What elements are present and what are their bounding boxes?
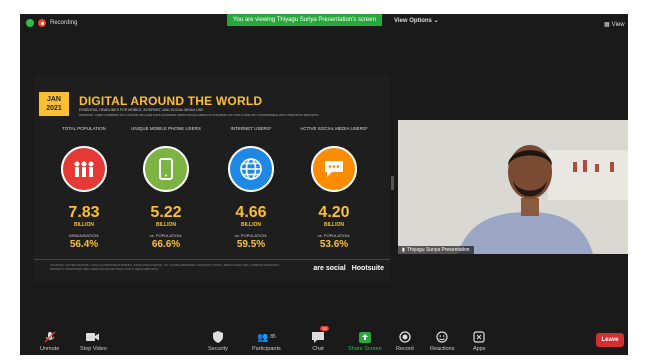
participant-video[interactable]: ▮ Thiyagu Suriya Presentation [398, 120, 628, 254]
stat-column-social: ACTIVE SOCIAL MEDIA USERS* 4.20 BILLION … [294, 126, 374, 250]
grid-view-icon: ▦ [604, 22, 610, 28]
stat-unit: BILLION [241, 222, 261, 228]
chat-bubble-icon [311, 146, 357, 192]
record-button[interactable]: Record [396, 331, 414, 352]
hootsuite-logo: Hootsuite [351, 265, 384, 272]
smiley-icon [430, 331, 454, 343]
security-shield-icon [26, 19, 34, 27]
share-screen-icon [348, 331, 382, 343]
stat-sub-label: vs. POPULATION: [149, 233, 183, 238]
reactions-button[interactable]: Reactions [430, 331, 454, 352]
view-options-button[interactable]: View Options ⌄ [394, 17, 439, 24]
stat-sub-label: vs. POPULATION: [317, 233, 351, 238]
stat-label: ACTIVE SOCIAL MEDIA USERS* [300, 126, 368, 131]
stat-label: INTERNET USERS* [230, 126, 272, 131]
stop-video-button[interactable]: Stop Video [80, 331, 107, 352]
stat-percent: 59.5% [236, 239, 266, 250]
chat-unread-badge: 10 [320, 326, 330, 331]
participants-button[interactable]: 👥 85 Participants [252, 331, 281, 353]
stat-value: 4.20 [318, 204, 350, 221]
unmute-button[interactable]: Unmute [40, 331, 59, 352]
stat-column-mobile: UNIQUE MOBILE PHONE USERS 5.22 BILLION v… [126, 126, 206, 250]
slide-warning: WARNING: USER NUMBERS NO LONGER INCLUDE … [79, 113, 319, 117]
stat-column-internet: INTERNET USERS* 4.66 BILLION vs. POPULAT… [211, 126, 291, 250]
participants-count: 85 [270, 334, 276, 340]
recording-label: Recording [50, 20, 78, 26]
stat-column-population: TOTAL POPULATION 7.83 BILLION URBANISATI… [44, 126, 124, 250]
share-screen-button[interactable]: Share Screen [348, 331, 382, 352]
signal-bars-icon: ▮ [402, 247, 405, 253]
recording-indicator[interactable]: Recording [26, 19, 77, 27]
participant-name-tag: ▮ Thiyagu Suriya Presentation [398, 246, 474, 254]
stat-percent: 56.4% [69, 239, 99, 250]
mobile-phone-icon [143, 146, 189, 192]
slide-sources: SOURCES: UNITED NATIONS; LOCAL GOVERNMEN… [50, 263, 280, 271]
brand-logos: are social Hootsuite [313, 265, 384, 272]
stat-sub-label: URBANISATION: [68, 233, 100, 238]
video-camera-icon [80, 331, 107, 343]
globe-icon [228, 146, 274, 192]
chat-button[interactable]: 10 Chat [312, 326, 330, 352]
stat-label: UNIQUE MOBILE PHONE USERS [131, 126, 201, 131]
participant-video-feed [398, 120, 628, 254]
stat-value: 5.22 [150, 204, 182, 221]
stat-sub-label: vs. POPULATION: [234, 233, 268, 238]
stat-percent: 53.6% [319, 239, 349, 250]
security-button[interactable]: Security [208, 331, 228, 352]
stat-label: TOTAL POPULATION [62, 126, 106, 131]
slide-title: DIGITAL AROUND THE WORLD [79, 94, 263, 108]
stat-unit: BILLION [74, 222, 94, 228]
meeting-controls-bar: Unmute Stop Video Security 👥 85 Particip… [20, 321, 628, 355]
shared-screen-slide: JAN 2021 DIGITAL AROUND THE WORLD ESSENT… [34, 74, 390, 282]
top-bar: Recording You are viewing Thiyagu Suriya… [20, 14, 628, 34]
slide-subtitle: ESSENTIAL HEADLINES FOR MOBILE, INTERNET… [79, 108, 204, 112]
slide-footer: SOURCES: UNITED NATIONS; LOCAL GOVERNMEN… [34, 259, 390, 282]
viewing-banner: You are viewing Thiyagu Suriya Presentat… [227, 14, 382, 26]
stat-unit: BILLION [324, 222, 344, 228]
stat-value: 4.66 [235, 204, 267, 221]
stat-value: 7.83 [68, 204, 100, 221]
stat-unit: BILLION [156, 222, 176, 228]
panel-resize-handle[interactable] [391, 176, 394, 190]
leave-button[interactable]: Leave [596, 333, 624, 347]
people-icon [61, 146, 107, 192]
shield-icon [208, 331, 228, 343]
recording-icon [38, 19, 46, 27]
chevron-down-icon: ⌄ [433, 18, 439, 24]
apps-icon [473, 331, 486, 343]
we-are-social-logo: are social [313, 265, 346, 272]
record-icon [396, 331, 414, 343]
stat-percent: 66.6% [151, 239, 181, 250]
chat-icon [312, 331, 324, 343]
microphone-muted-icon [40, 331, 59, 343]
zoom-meeting-window: Recording You are viewing Thiyagu Suriya… [20, 14, 628, 355]
participants-icon: 👥 [256, 331, 269, 342]
date-badge: JAN 2021 [39, 92, 69, 116]
view-button[interactable]: ▦ View [604, 21, 625, 29]
apps-button[interactable]: Apps [473, 331, 486, 352]
